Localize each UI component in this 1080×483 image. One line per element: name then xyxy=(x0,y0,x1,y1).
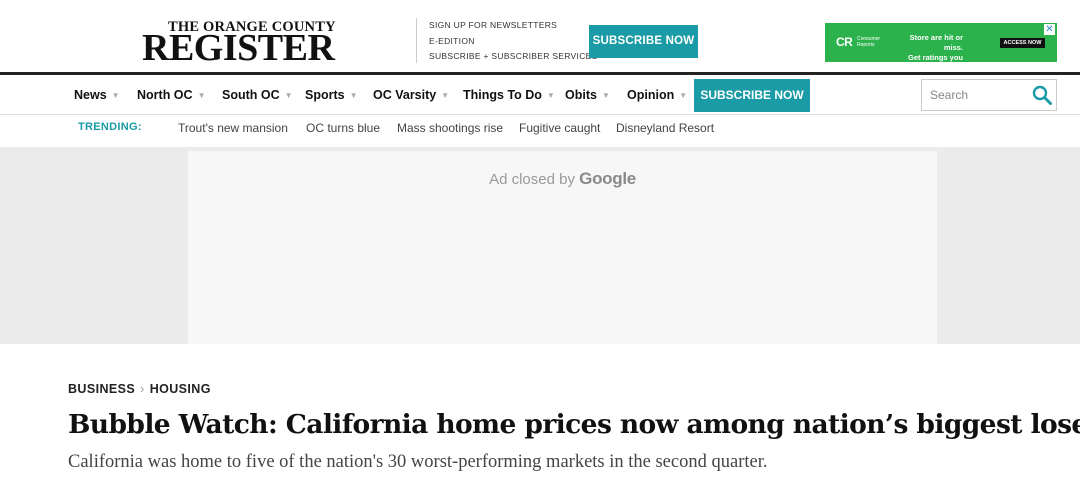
cr-logo: CR xyxy=(836,35,853,49)
chevron-down-icon: ▼ xyxy=(601,91,610,100)
nav-label: OC Varsity xyxy=(373,88,437,102)
trending-link[interactable]: Trout's new mansion xyxy=(178,121,288,135)
google-logo: Google xyxy=(579,169,636,188)
trending-link[interactable]: OC turns blue xyxy=(306,121,380,135)
logo-line2: REGISTER xyxy=(142,27,335,69)
ad-slot: Ad closed by Google xyxy=(188,151,937,344)
ad-closed-text: Ad closed by xyxy=(489,171,575,188)
nav-item-sports[interactable]: Sports ▼ xyxy=(305,75,358,115)
chevron-down-icon: ▼ xyxy=(441,91,450,100)
search-box xyxy=(921,79,1057,111)
utility-links: SIGN UP FOR NEWSLETTERS E-EDITION SUBSCR… xyxy=(429,20,598,67)
nav-label: Sports xyxy=(305,88,345,102)
trending-link[interactable]: Fugitive caught xyxy=(519,121,600,135)
article-header: BUSINESS › HOUSING Bubble Watch: Californi… xyxy=(0,344,1080,483)
nav-label: Obits xyxy=(565,88,597,102)
ad-closed-notice: Ad closed by Google xyxy=(188,169,937,189)
cr-logo-sub: Consumer Reports xyxy=(857,36,881,48)
chevron-down-icon: ▼ xyxy=(197,91,206,100)
breadcrumb-business[interactable]: BUSINESS xyxy=(68,382,135,396)
e-edition-link[interactable]: E-EDITION xyxy=(429,36,598,52)
breadcrumb-separator: › xyxy=(140,382,145,396)
search-icon[interactable] xyxy=(1032,85,1052,105)
subscriber-services-link[interactable]: SUBSCRIBE + SUBSCRIBER SERVICES xyxy=(429,51,598,67)
chevron-down-icon: ▼ xyxy=(284,91,293,100)
search-input[interactable] xyxy=(922,80,1027,110)
newsletters-link[interactable]: SIGN UP FOR NEWSLETTERS xyxy=(429,20,598,36)
ad-text-line2: Get ratings you can trust. xyxy=(907,53,963,72)
trending-link[interactable]: Disneyland Resort xyxy=(616,121,714,135)
consumer-reports-ad[interactable]: CR Consumer Reports Store are hit or mis… xyxy=(825,23,1057,72)
breadcrumb-housing[interactable]: HOUSING xyxy=(150,382,211,396)
header-divider xyxy=(416,18,417,63)
main-nav: News ▼ North OC ▼ South OC ▼ Sports ▼ OC Var… xyxy=(0,75,1080,115)
nav-item-oc-varsity[interactable]: OC Varsity ▼ xyxy=(373,75,449,115)
article-headline: Bubble Watch: California home prices now… xyxy=(68,409,1080,440)
nav-label: Things To Do xyxy=(463,88,542,102)
nav-label: North OC xyxy=(137,88,193,102)
ad-text-line1: Store are hit or miss. xyxy=(909,33,963,52)
chevron-down-icon: ▼ xyxy=(349,91,358,100)
nav-label: Opinion xyxy=(627,88,675,102)
breadcrumb: BUSINESS › HOUSING xyxy=(68,382,211,396)
nav-label: South OC xyxy=(222,88,280,102)
chevron-down-icon: ▼ xyxy=(679,91,688,100)
top-header: THE ORANGE COUNTY REGISTER SIGN UP FOR N… xyxy=(0,0,1080,72)
site-logo[interactable]: THE ORANGE COUNTY REGISTER xyxy=(142,18,337,69)
ad-text: Store are hit or miss. Get ratings you c… xyxy=(895,33,1017,73)
trending-label: TRENDING: xyxy=(78,121,142,133)
nav-item-news[interactable]: News ▼ xyxy=(74,75,120,115)
article-dek: California was home to five of the natio… xyxy=(68,452,768,472)
ad-access-button[interactable]: ACCESS NOW xyxy=(1000,38,1045,48)
nav-item-obits[interactable]: Obits ▼ xyxy=(565,75,610,115)
nav-subscribe-button[interactable]: SUBSCRIBE NOW xyxy=(694,79,810,112)
nav-item-opinion[interactable]: Opinion ▼ xyxy=(627,75,687,115)
chevron-down-icon: ▼ xyxy=(111,91,120,100)
nav-item-north-oc[interactable]: North OC ▼ xyxy=(137,75,205,115)
nav-label: News xyxy=(74,88,107,102)
trending-bar: TRENDING: Trout's new mansion OC turns b… xyxy=(0,116,1080,141)
header-subscribe-button[interactable]: SUBSCRIBE NOW xyxy=(589,25,698,58)
nav-item-things-to-do[interactable]: Things To Do ▼ xyxy=(463,75,555,115)
chevron-down-icon: ▼ xyxy=(546,91,555,100)
nav-item-south-oc[interactable]: South OC ▼ xyxy=(222,75,293,115)
trending-link[interactable]: Mass shootings rise xyxy=(397,121,503,135)
ad-area: Ad closed by Google xyxy=(0,147,1080,344)
ad-close-icon[interactable]: ✕ xyxy=(1044,24,1055,35)
